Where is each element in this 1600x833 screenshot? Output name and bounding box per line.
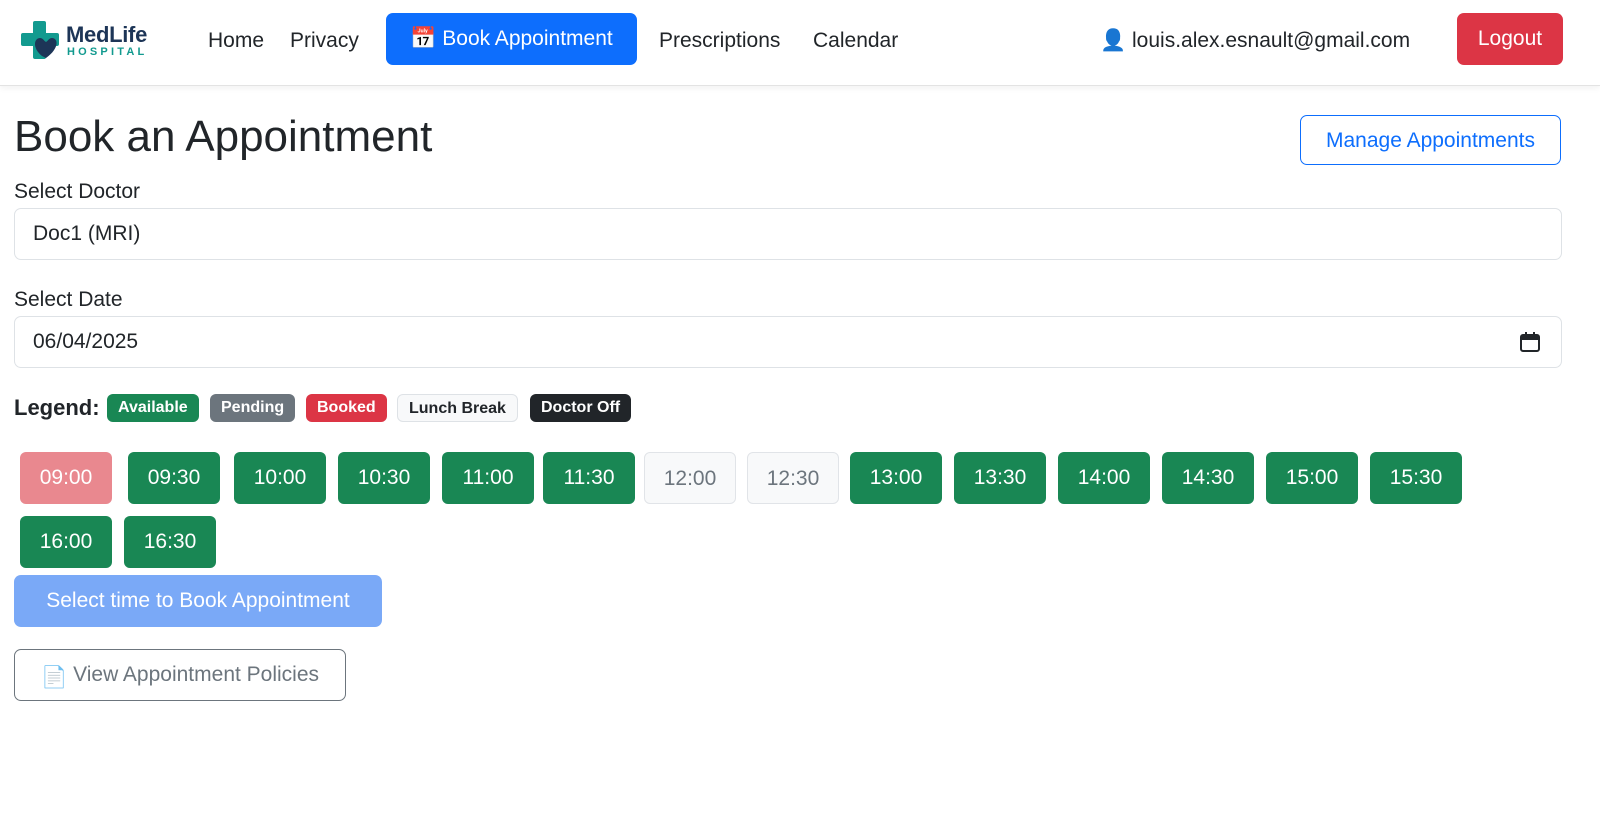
nav-home[interactable]: Home [208, 27, 264, 55]
nav-book-appointment[interactable]: 📅 Book Appointment [386, 13, 637, 65]
nav-book-appointment-label: Book Appointment [442, 27, 613, 50]
time-slot-0930[interactable]: 09:30 [128, 452, 220, 504]
calendar-picker-icon[interactable] [1519, 331, 1541, 353]
calendar-icon: 📅 [410, 27, 437, 50]
document-icon: 📄 [40, 666, 68, 689]
legend-title: Legend: [14, 395, 100, 420]
time-slot-1600[interactable]: 16:00 [20, 516, 112, 568]
doctor-select[interactable]: Doc1 (MRI) [14, 208, 1562, 260]
doctor-select-value: Doc1 (MRI) [33, 222, 141, 245]
time-slot-1200: 12:00 [644, 452, 736, 504]
time-slot-1100[interactable]: 11:00 [442, 452, 534, 504]
user-info: 👤 louis.alex.esnault@gmail.com [1100, 27, 1410, 55]
user-email: louis.alex.esnault@gmail.com [1132, 29, 1411, 52]
brand-name: MedLife [66, 22, 148, 47]
time-slot-1400[interactable]: 14:00 [1058, 452, 1150, 504]
medical-cross-heart-icon [21, 21, 59, 59]
legend-available-badge: Available [107, 394, 199, 422]
time-slot-1130[interactable]: 11:30 [543, 452, 635, 504]
time-slot-1530[interactable]: 15:30 [1370, 452, 1462, 504]
user-icon: 👤 [1100, 29, 1127, 52]
brand-subtitle: HOSPITAL [67, 46, 148, 58]
date-input[interactable]: 06/04/2025 [14, 316, 1562, 368]
book-appointment-button[interactable]: Select time to Book Appointment [14, 575, 382, 627]
date-input-value: 06/04/2025 [33, 330, 139, 353]
navbar: MedLife HOSPITAL Home Privacy 📅 Book App… [0, 0, 1600, 86]
view-policies-button[interactable]: 📄 View Appointment Policies [14, 649, 346, 701]
legend-doctor-off-badge: Doctor Off [530, 394, 632, 422]
date-label: Select Date [14, 288, 123, 311]
nav-calendar[interactable]: Calendar [813, 27, 898, 55]
doctor-label: Select Doctor [14, 180, 141, 203]
logout-button[interactable]: Logout [1457, 13, 1563, 65]
legend-lunch-break-badge: Lunch Break [397, 394, 518, 422]
time-slot-1500[interactable]: 15:00 [1266, 452, 1358, 504]
time-slot-1000[interactable]: 10:00 [234, 452, 326, 504]
nav-privacy[interactable]: Privacy [290, 27, 359, 55]
time-slot-1230: 12:30 [747, 452, 839, 504]
legend-booked-badge: Booked [306, 394, 387, 422]
nav-prescriptions[interactable]: Prescriptions [659, 27, 780, 55]
time-slot-1300[interactable]: 13:00 [850, 452, 942, 504]
view-policies-label: View Appointment Policies [73, 663, 320, 686]
time-slot-1330[interactable]: 13:30 [954, 452, 1046, 504]
time-slot-1430[interactable]: 14:30 [1162, 452, 1254, 504]
manage-appointments-button[interactable]: Manage Appointments [1300, 115, 1561, 165]
page-title: Book an Appointment [14, 112, 433, 161]
time-slot-0900: 09:00 [20, 452, 112, 504]
brand-logo[interactable]: MedLife HOSPITAL [20, 20, 160, 62]
legend-pending-badge: Pending [210, 394, 296, 422]
time-slot-1630[interactable]: 16:30 [124, 516, 216, 568]
time-slot-1030[interactable]: 10:30 [338, 452, 430, 504]
